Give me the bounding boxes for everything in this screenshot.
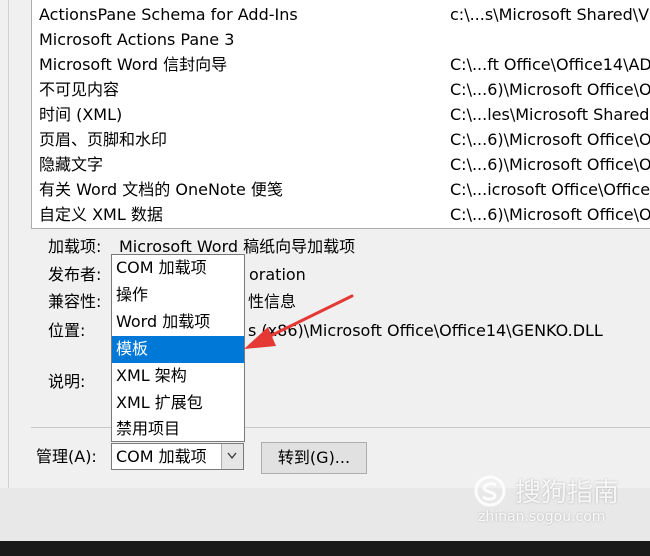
watermark-text: 搜狗指南 — [515, 478, 620, 508]
sogou-logo-icon — [474, 475, 506, 507]
watermark-url: zhinan.sogou.com — [478, 509, 606, 525]
taskbar-strip — [0, 541, 650, 556]
